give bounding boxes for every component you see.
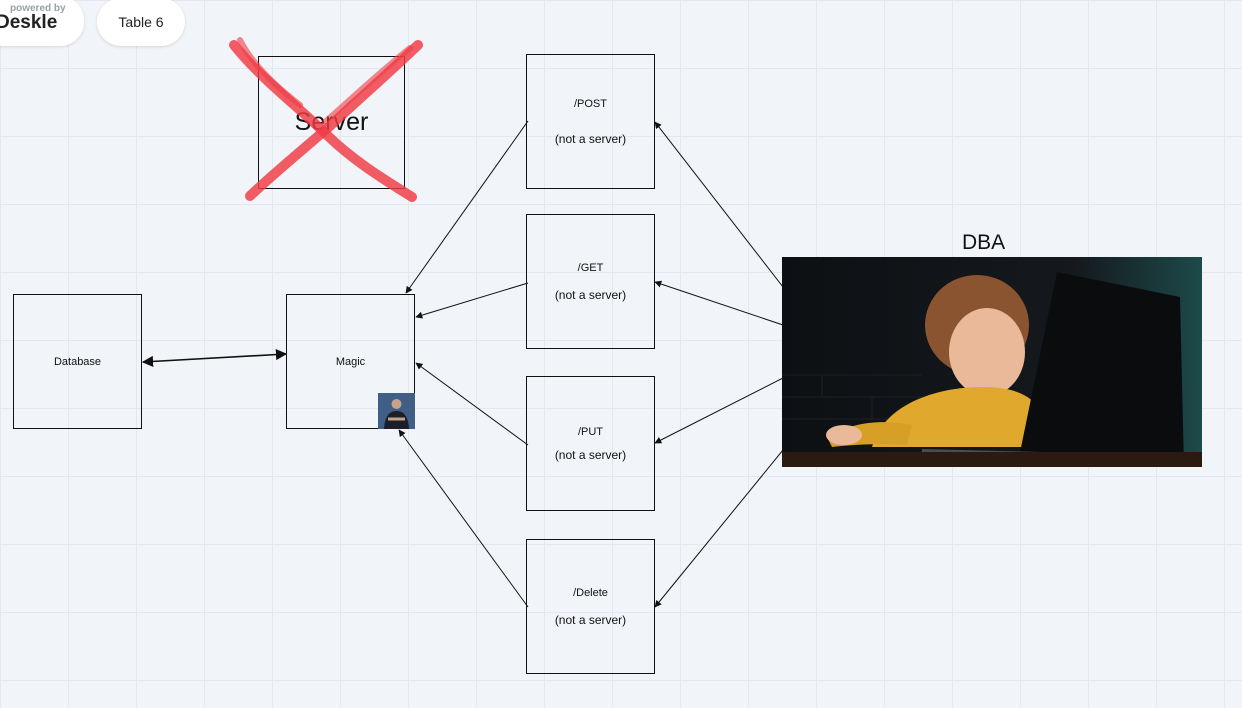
child-at-laptop-photo-icon[interactable]: [782, 257, 1202, 467]
dba-label: DBA: [962, 231, 1006, 254]
person-avatar-icon: [378, 393, 415, 429]
